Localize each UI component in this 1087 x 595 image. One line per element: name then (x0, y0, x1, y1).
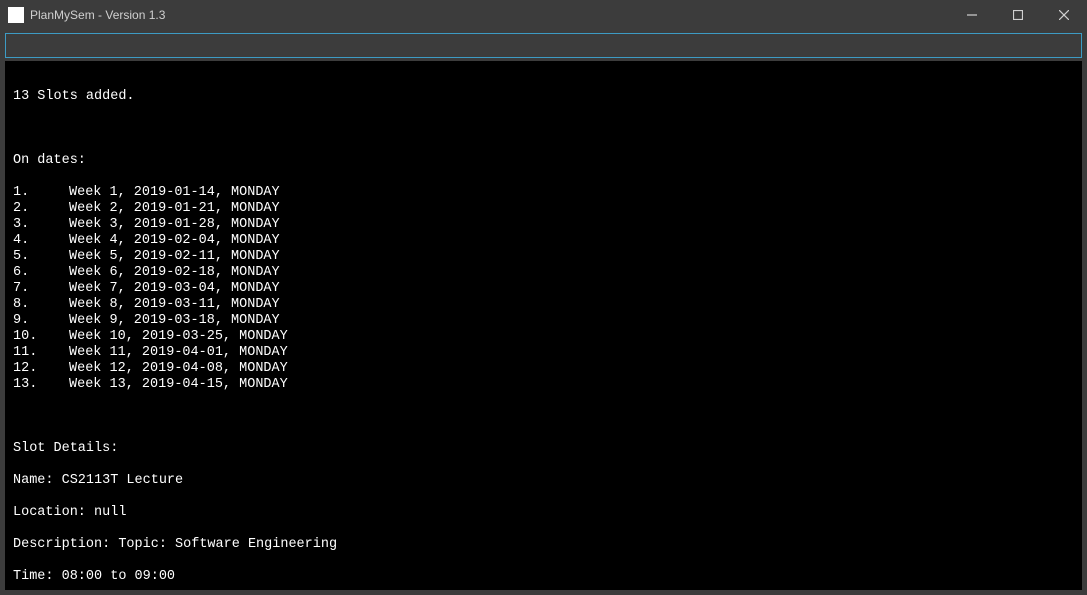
date-line: 1.Week 1, 2019-01-14, MONDAY (13, 185, 1074, 201)
date-line: 10.Week 10, 2019-03-25, MONDAY (13, 329, 1074, 345)
app-icon (8, 7, 24, 23)
date-line: 6.Week 6, 2019-02-18, MONDAY (13, 265, 1074, 281)
command-input-bar[interactable] (5, 33, 1082, 58)
dates-header: On dates: (13, 153, 1074, 169)
title-bar: PlanMySem - Version 1.3 (0, 0, 1087, 30)
slot-location: Location: null (13, 505, 1074, 521)
output-panel: 13 Slots added. On dates: 1.Week 1, 2019… (5, 61, 1082, 590)
window-title: PlanMySem - Version 1.3 (30, 8, 949, 22)
window-controls (949, 0, 1087, 30)
date-line: 5.Week 5, 2019-02-11, MONDAY (13, 249, 1074, 265)
date-line: 3.Week 3, 2019-01-28, MONDAY (13, 217, 1074, 233)
date-line: 9.Week 9, 2019-03-18, MONDAY (13, 313, 1074, 329)
blank-line (13, 121, 1074, 137)
slot-header: Slot Details: (13, 441, 1074, 457)
maximize-button[interactable] (995, 0, 1041, 30)
slot-description: Description: Topic: Software Engineering (13, 537, 1074, 553)
date-line: 2.Week 2, 2019-01-21, MONDAY (13, 201, 1074, 217)
command-input[interactable] (11, 36, 1076, 55)
date-line: 8.Week 8, 2019-03-11, MONDAY (13, 297, 1074, 313)
date-line: 11.Week 11, 2019-04-01, MONDAY (13, 345, 1074, 361)
date-line: 13.Week 13, 2019-04-15, MONDAY (13, 377, 1074, 393)
slot-name: Name: CS2113T Lecture (13, 473, 1074, 489)
close-button[interactable] (1041, 0, 1087, 30)
summary-line: 13 Slots added. (13, 89, 1074, 105)
date-line: 12.Week 12, 2019-04-08, MONDAY (13, 361, 1074, 377)
dates-list: 1.Week 1, 2019-01-14, MONDAY2.Week 2, 20… (13, 185, 1074, 393)
date-line: 4.Week 4, 2019-02-04, MONDAY (13, 233, 1074, 249)
blank-line (13, 409, 1074, 425)
minimize-button[interactable] (949, 0, 995, 30)
slot-time: Time: 08:00 to 09:00 (13, 569, 1074, 585)
date-line: 7.Week 7, 2019-03-04, MONDAY (13, 281, 1074, 297)
